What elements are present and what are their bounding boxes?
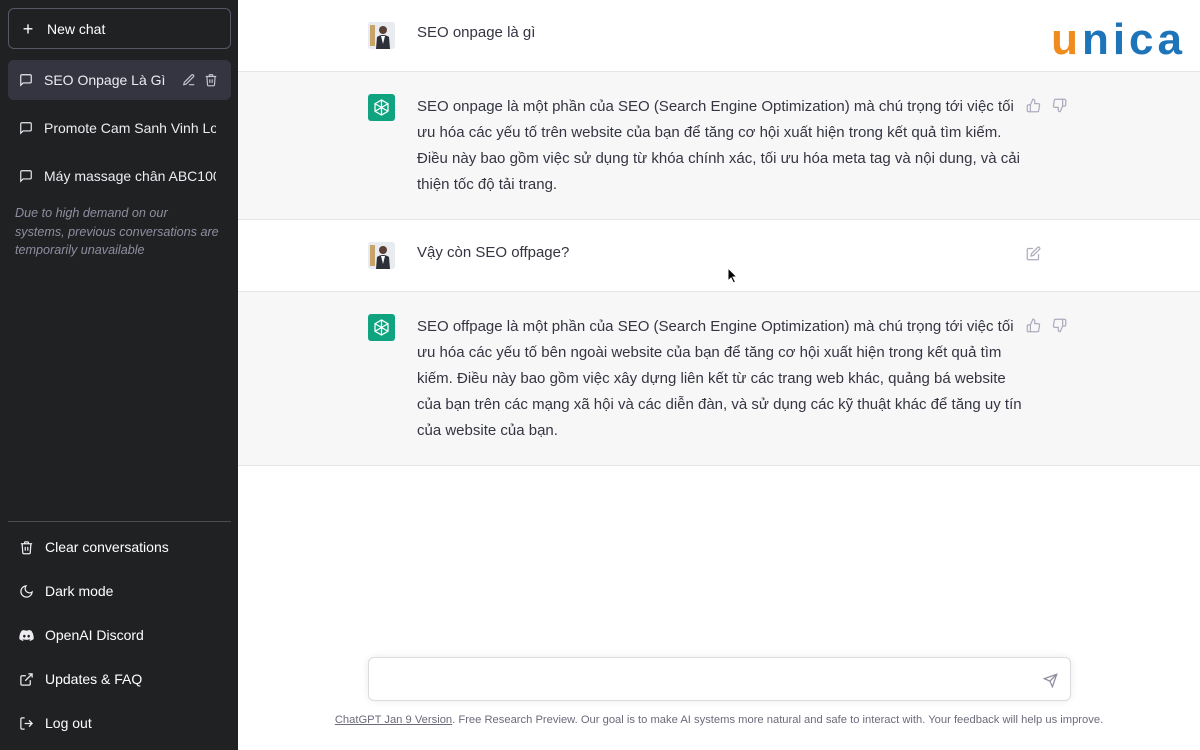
chat-main: SEO onpage là gì unica SEO onpage là một… bbox=[238, 0, 1200, 750]
chat-bubble-icon bbox=[20, 170, 32, 183]
dark-mode-button[interactable]: Dark mode bbox=[8, 571, 231, 611]
edit-icon[interactable] bbox=[1026, 246, 1041, 261]
logout-icon bbox=[20, 716, 34, 730]
message-text: SEO offpage là một phần của SEO (Search … bbox=[417, 318, 1022, 439]
updates-faq-label: Updates & FAQ bbox=[45, 671, 143, 687]
send-icon[interactable] bbox=[1043, 673, 1058, 688]
clear-conversations-button[interactable]: Clear conversations bbox=[8, 527, 231, 567]
openai-discord-label: OpenAI Discord bbox=[45, 627, 144, 643]
openai-discord-link[interactable]: OpenAI Discord bbox=[8, 615, 231, 655]
chat-bubble-icon bbox=[20, 74, 32, 87]
edit-icon[interactable] bbox=[182, 73, 196, 87]
footer-disclaimer: ChatGPT Jan 9 Version. Free Research Pre… bbox=[238, 714, 1200, 726]
thumbs-down-icon[interactable] bbox=[1052, 98, 1067, 113]
trash-icon bbox=[20, 540, 33, 554]
external-link-icon bbox=[20, 672, 33, 686]
conversation-item-seo-onpage[interactable]: SEO Onpage Là Gì bbox=[8, 60, 231, 100]
chat-bubble-icon bbox=[20, 122, 32, 135]
user-photo-icon bbox=[368, 242, 395, 269]
trash-icon[interactable] bbox=[204, 73, 218, 87]
availability-notice: Due to high demand on our systems, previ… bbox=[15, 206, 219, 257]
log-out-label: Log out bbox=[45, 715, 92, 731]
user-avatar bbox=[368, 242, 395, 269]
log-out-button[interactable]: Log out bbox=[8, 703, 231, 743]
updates-faq-link[interactable]: Updates & FAQ bbox=[8, 659, 231, 699]
user-message-row: Vậy còn SEO offpage? bbox=[238, 220, 1200, 292]
thumbs-down-icon[interactable] bbox=[1052, 318, 1067, 333]
user-message-row: SEO onpage là gì unica bbox=[238, 0, 1200, 72]
openai-logo-icon bbox=[374, 319, 389, 336]
conversation-label: Promote Cam Sanh Vinh Lon bbox=[44, 120, 216, 136]
sidebar-divider bbox=[8, 521, 231, 522]
conversation-item-may-massage[interactable]: Máy massage chân ABC1000 bbox=[8, 156, 231, 196]
plus-icon: + bbox=[22, 18, 34, 39]
conversation-item-promote-cam[interactable]: Promote Cam Sanh Vinh Lon bbox=[8, 108, 231, 148]
dark-mode-label: Dark mode bbox=[45, 583, 114, 599]
assistant-message-row: SEO onpage là một phần của SEO (Search E… bbox=[238, 72, 1200, 220]
footer-text: . Free Research Preview. Our goal is to … bbox=[452, 714, 1104, 726]
mouse-cursor-icon bbox=[727, 267, 739, 284]
chatgpt-avatar bbox=[368, 314, 395, 341]
sidebar: + New chat SEO Onpage Là Gì Promote Cam … bbox=[0, 0, 238, 750]
openai-logo-icon bbox=[374, 99, 389, 116]
logo-letter-first: u bbox=[1051, 15, 1082, 64]
clear-conversations-label: Clear conversations bbox=[45, 539, 169, 555]
conversation-label: SEO Onpage Là Gì bbox=[44, 72, 166, 88]
conversation-label: Máy massage chân ABC1000 bbox=[44, 168, 216, 184]
user-photo-icon bbox=[368, 22, 395, 49]
new-chat-button[interactable]: + New chat bbox=[8, 8, 231, 49]
logo-letters-rest: nica bbox=[1081, 15, 1186, 64]
discord-icon bbox=[19, 629, 34, 641]
thumbs-up-icon[interactable] bbox=[1026, 318, 1041, 333]
thumbs-up-icon[interactable] bbox=[1026, 98, 1041, 113]
unica-logo: unica bbox=[1051, 18, 1186, 62]
new-chat-label: New chat bbox=[47, 20, 106, 37]
message-text: SEO onpage là một phần của SEO (Search E… bbox=[417, 98, 1020, 193]
version-link[interactable]: ChatGPT Jan 9 Version bbox=[335, 714, 452, 726]
prompt-input[interactable] bbox=[368, 657, 1071, 701]
user-avatar bbox=[368, 22, 395, 49]
chatgpt-avatar bbox=[368, 94, 395, 121]
message-text: Vậy còn SEO offpage? bbox=[417, 244, 570, 261]
message-text: SEO onpage là gì bbox=[417, 24, 536, 41]
moon-icon bbox=[20, 584, 33, 598]
assistant-message-row: SEO offpage là một phần của SEO (Search … bbox=[238, 292, 1200, 466]
